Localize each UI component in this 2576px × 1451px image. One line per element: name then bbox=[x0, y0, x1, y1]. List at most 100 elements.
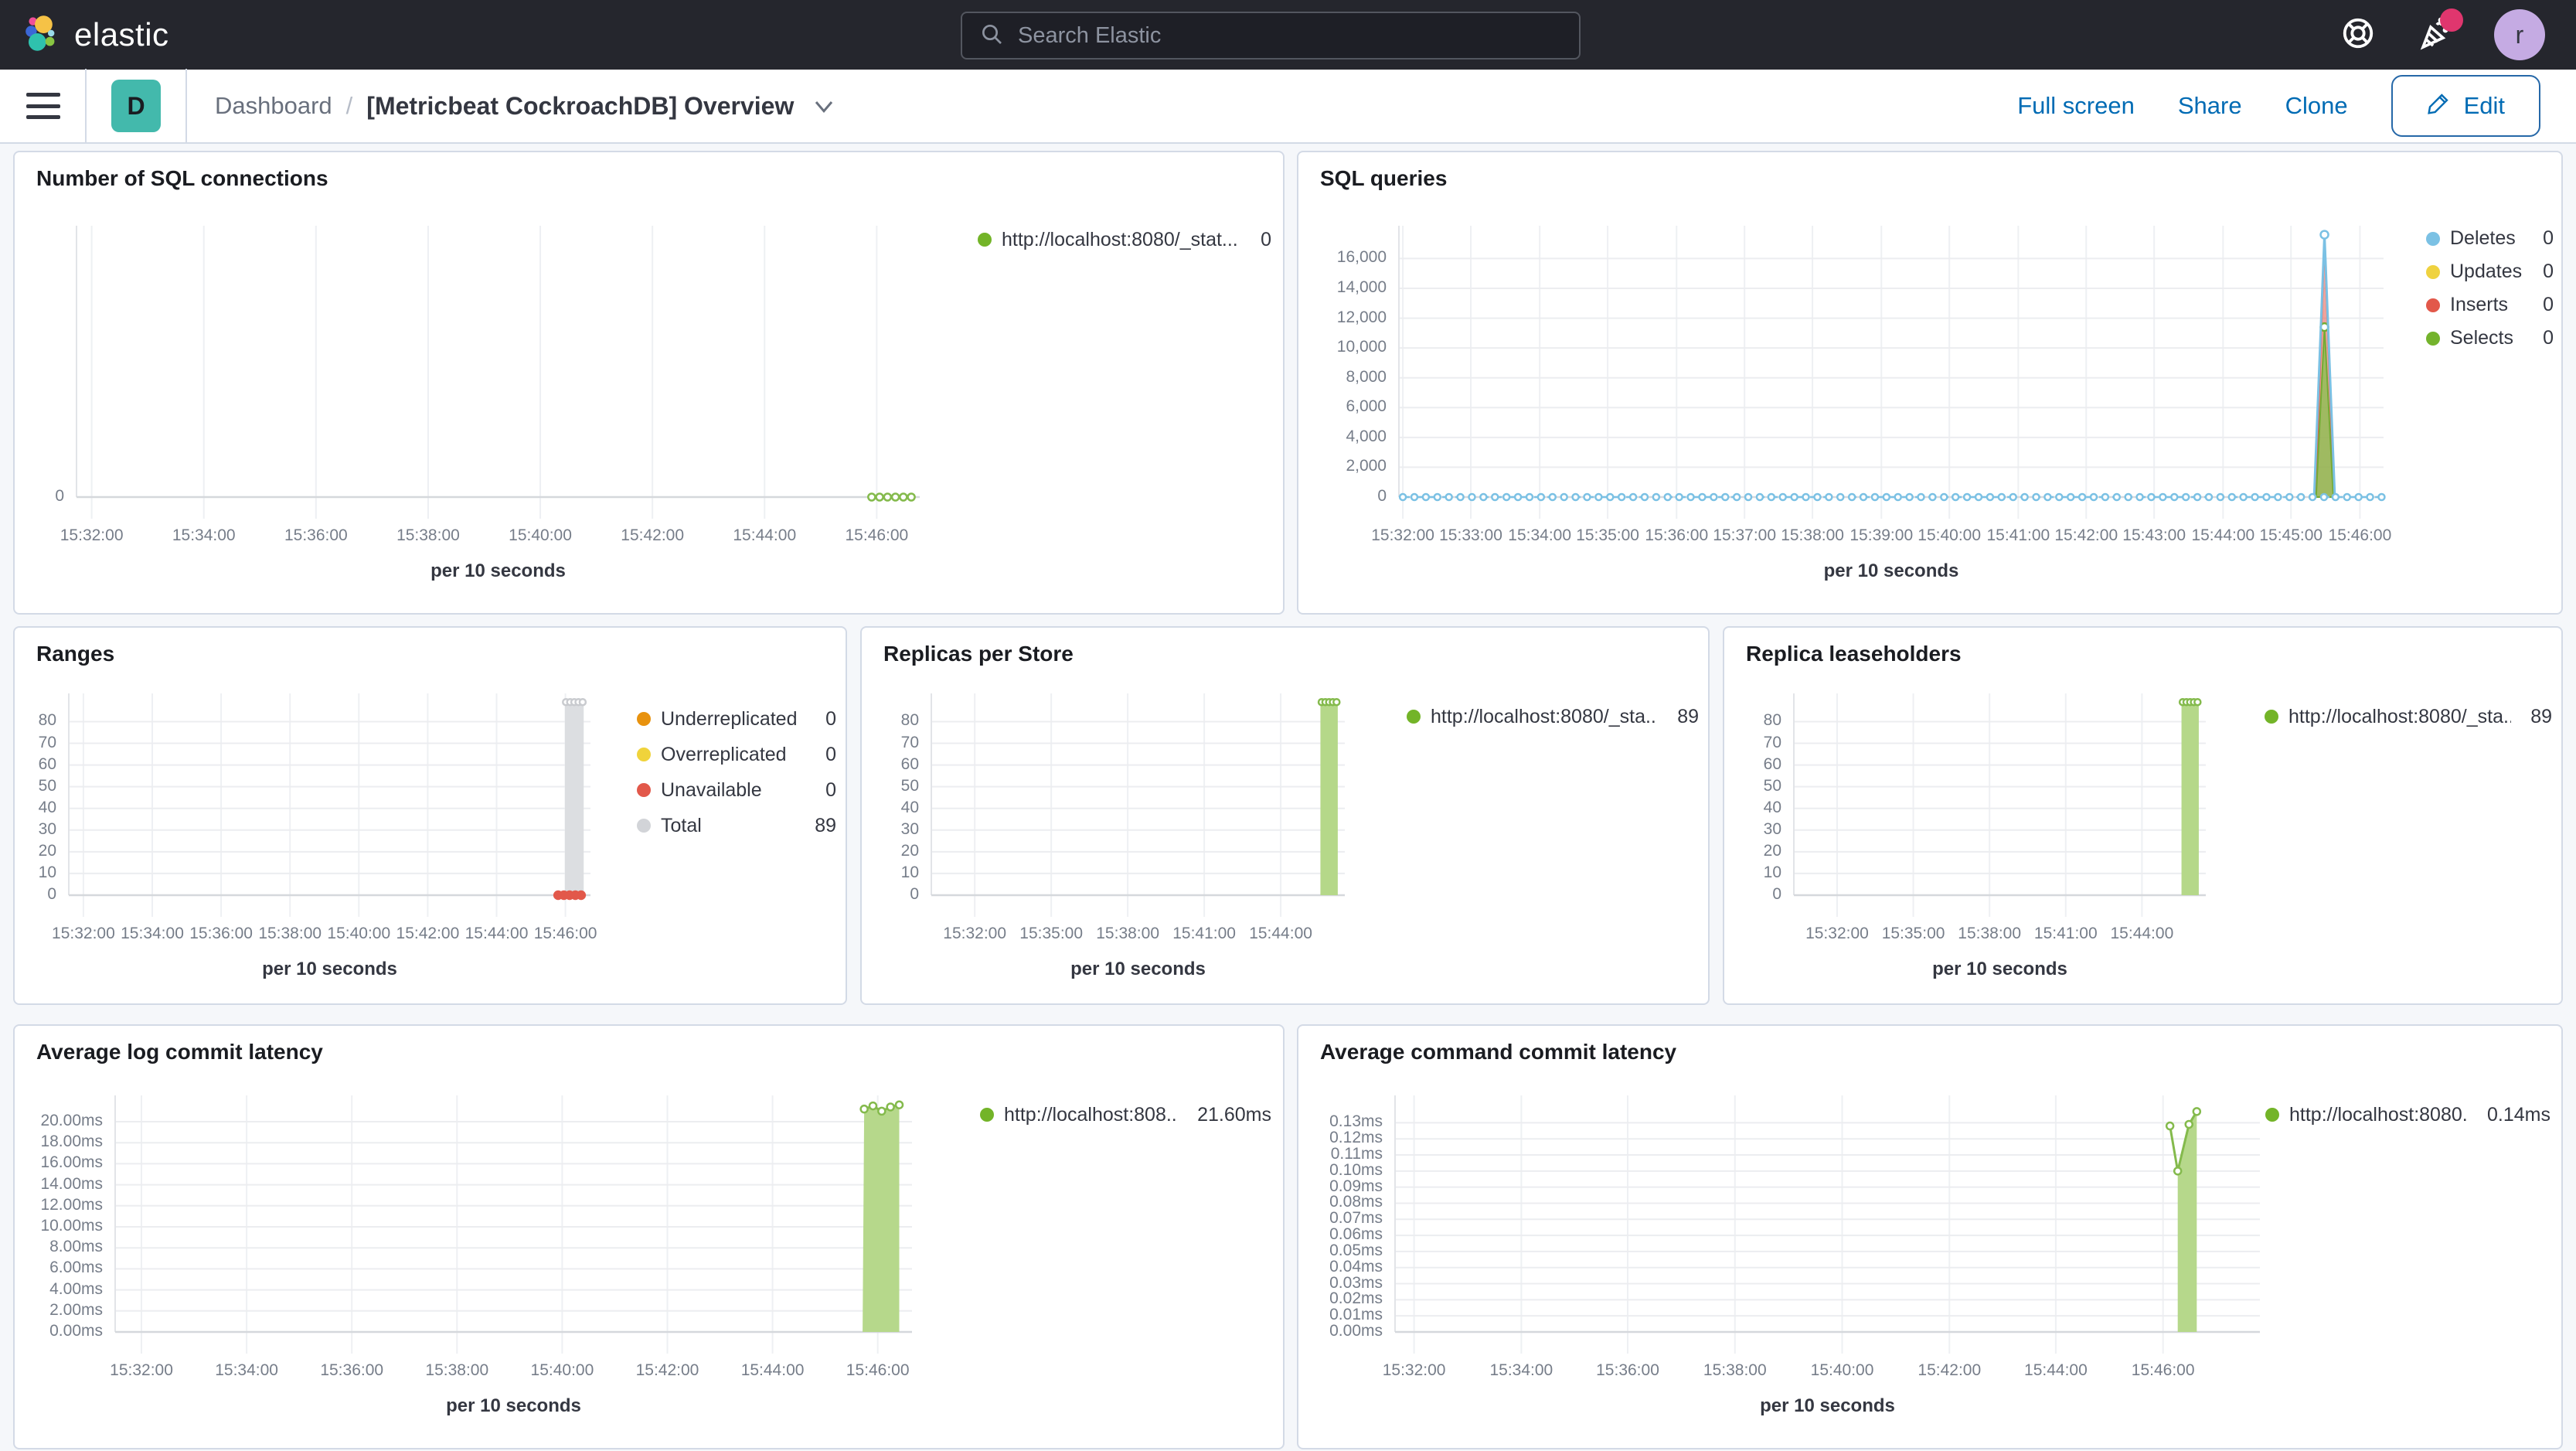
chart-sql-queries[interactable]: 0 2,000 4,000 6,000 8,000 10,000 12,000 14,000 1… bbox=[1298, 152, 2561, 613]
y-axis-tick: 0.05ms bbox=[1329, 1241, 1383, 1259]
legend-value: 0.14ms bbox=[2487, 1103, 2550, 1126]
dashboard-app-badge[interactable]: D bbox=[111, 80, 161, 132]
brand[interactable]: elastic bbox=[0, 13, 169, 57]
legend-item[interactable]: http://localhost:808... 21.60ms bbox=[980, 1098, 1271, 1132]
panel-ranges: Ranges 0 10 20 30 40 50 60 70 80 15:32:00 15:34:00… bbox=[13, 626, 847, 1005]
x-axis-title: per 10 seconds bbox=[446, 1395, 581, 1416]
y-axis-tick: 0.11ms bbox=[1330, 1145, 1383, 1163]
legend-label: Deletes bbox=[2450, 227, 2516, 249]
x-axis-tick: 15:36:00 bbox=[1596, 1361, 1659, 1379]
legend-item[interactable]: Inserts 0 bbox=[2426, 288, 2554, 322]
legend-color-dot bbox=[2426, 298, 2440, 312]
y-axis-tick: 60 bbox=[900, 754, 919, 773]
y-axis-tick: 0.13ms bbox=[1329, 1112, 1383, 1131]
y-axis-tick: 18.00ms bbox=[40, 1133, 103, 1151]
x-axis-tick: 15:44:00 bbox=[740, 1361, 805, 1379]
legend-item[interactable]: Underreplicated 0 bbox=[637, 701, 836, 737]
x-axis-tick: 15:38:00 bbox=[396, 526, 460, 544]
breadcrumb-dashboard-link[interactable]: Dashboard bbox=[215, 92, 332, 120]
legend-color-dot bbox=[1407, 710, 1421, 724]
share-button[interactable]: Share bbox=[2178, 92, 2242, 120]
y-axis-tick: 0.04ms bbox=[1329, 1257, 1383, 1276]
x-axis-tick: 15:40:00 bbox=[530, 1361, 594, 1379]
chart-replica-leaseholders[interactable]: 0 10 20 30 40 50 60 70 80 15:32:00 15:35:00 15:38:0… bbox=[1724, 628, 2561, 1003]
chevron-down-icon[interactable] bbox=[812, 94, 835, 118]
y-axis-tick: 6.00ms bbox=[49, 1259, 103, 1277]
y-axis-tick: 40 bbox=[1763, 798, 1781, 816]
legend-item[interactable]: Total 89 bbox=[637, 808, 836, 843]
legend-color-dot bbox=[978, 233, 992, 247]
panel-average-log-commit-latency: Average log commit latency 0.00ms 2.00ms 4… bbox=[13, 1024, 1285, 1449]
legend-value: 89 bbox=[815, 814, 836, 836]
legend-label: Underreplicated bbox=[661, 707, 798, 730]
x-axis-tick: 15:36:00 bbox=[284, 526, 348, 544]
legend-item[interactable]: http://localhost:8080... 0.14ms bbox=[2265, 1098, 2550, 1132]
chart-ranges[interactable]: 0 10 20 30 40 50 60 70 80 15:32:00 15:34:00 15:36:0… bbox=[15, 628, 846, 1003]
legend-label: Selects bbox=[2450, 327, 2513, 349]
legend-color-dot bbox=[2265, 1108, 2279, 1122]
full-screen-button[interactable]: Full screen bbox=[2017, 92, 2135, 120]
y-axis-tick: 0.02ms bbox=[1329, 1289, 1383, 1308]
x-axis-tick: 15:38:00 bbox=[1703, 1361, 1767, 1379]
search-input[interactable] bbox=[1018, 22, 1543, 49]
y-axis-tick: 10,000 bbox=[1336, 338, 1387, 356]
y-axis-tick: 10 bbox=[38, 863, 56, 881]
user-avatar[interactable]: r bbox=[2494, 9, 2545, 60]
x-axis-tick: 15:46:00 bbox=[845, 526, 909, 544]
legend-item[interactable]: Selects 0 bbox=[2426, 322, 2554, 355]
divider bbox=[85, 69, 87, 143]
legend-item[interactable]: http://localhost:8080/_sta... 89 bbox=[1407, 700, 1699, 734]
chart-replicas-per-store[interactable]: 0 10 20 30 40 50 60 70 80 15:32:00 15:35:00 15:38:0… bbox=[862, 628, 1708, 1003]
legend-label: http://localhost:8080/_sta... bbox=[1431, 705, 1659, 727]
legend-value: 0 bbox=[2543, 294, 2554, 315]
chart-average-log-commit-latency[interactable]: 0.00ms 2.00ms 4.00ms 6.00ms 8.00ms 10.00ms 12.… bbox=[15, 1026, 1283, 1448]
navbar-right: r bbox=[2339, 0, 2576, 70]
legend: Deletes 0 Updates 0 Inserts 0 Selects 0 bbox=[2426, 222, 2554, 355]
y-axis-tick: 10 bbox=[900, 863, 919, 881]
y-axis-tick: 14.00ms bbox=[40, 1174, 103, 1193]
clone-button[interactable]: Clone bbox=[2285, 92, 2348, 120]
y-axis-tick: 70 bbox=[38, 733, 56, 751]
legend-item[interactable]: http://localhost:8080/_stat... 0 bbox=[978, 223, 1271, 257]
x-axis-title: per 10 seconds bbox=[1070, 959, 1206, 979]
y-axis-tick: 8.00ms bbox=[49, 1238, 103, 1256]
y-axis-tick: 40 bbox=[900, 798, 919, 816]
y-axis-tick: 0 bbox=[1377, 487, 1387, 505]
panel-sql-queries: SQL queries 0 2,000 4,000 6,000 8,000 10,000 1… bbox=[1297, 151, 2563, 615]
legend-item[interactable]: http://localhost:8080/_sta... 89 bbox=[2265, 700, 2552, 734]
legend-item[interactable]: Unavailable 0 bbox=[637, 772, 836, 808]
legend-label: Overreplicated bbox=[661, 743, 787, 765]
menu-button[interactable] bbox=[26, 93, 60, 119]
x-axis-title: per 10 seconds bbox=[1932, 959, 2067, 979]
chart-average-command-commit-latency[interactable]: 0.00ms 0.01ms 0.02ms 0.03ms 0.04ms 0.05ms 0.06… bbox=[1298, 1026, 2561, 1448]
legend-color-dot bbox=[2426, 331, 2440, 346]
legend-value: 0 bbox=[2543, 227, 2554, 249]
newsfeed-button[interactable] bbox=[2417, 9, 2463, 53]
x-axis-tick: 15:42:00 bbox=[635, 1361, 699, 1379]
x-axis-tick: 15:44:00 bbox=[2110, 925, 2174, 942]
legend: Underreplicated 0 Overreplicated 0 Unavailab… bbox=[637, 701, 836, 843]
y-axis-tick: 0 bbox=[910, 885, 919, 903]
legend-item[interactable]: Deletes 0 bbox=[2426, 222, 2554, 255]
legend-label: http://localhost:8080... bbox=[2289, 1103, 2469, 1126]
y-axis-tick: 10 bbox=[1763, 863, 1781, 881]
y-axis-tick: 16,000 bbox=[1336, 248, 1387, 267]
y-axis-tick: 70 bbox=[1763, 733, 1781, 751]
global-search[interactable] bbox=[961, 12, 1581, 60]
breadcrumb: Dashboard / [Metricbeat CockroachDB] Ove… bbox=[215, 92, 835, 121]
legend: http://localhost:8080/_sta... 89 bbox=[1407, 700, 1699, 734]
edit-button[interactable]: Edit bbox=[2391, 75, 2540, 137]
legend-value: 21.60ms bbox=[1197, 1103, 1271, 1126]
legend-item[interactable]: Overreplicated 0 bbox=[637, 737, 836, 772]
legend-item[interactable]: Updates 0 bbox=[2426, 255, 2554, 288]
y-axis-tick: 0.07ms bbox=[1329, 1209, 1383, 1228]
legend-value: 0 bbox=[2543, 261, 2554, 282]
y-axis-tick: 0.00ms bbox=[1329, 1322, 1383, 1340]
legend-value: 0 bbox=[2543, 327, 2554, 349]
chart-number-of-sql-connections[interactable]: 0 15:32:00 15:34:00 15:36:00 15:38:00 15:40:0… bbox=[15, 152, 1283, 613]
help-button[interactable] bbox=[2339, 16, 2377, 53]
x-axis-tick: 15:44:00 bbox=[1249, 925, 1312, 942]
x-axis-tick: 15:40:00 bbox=[509, 526, 572, 544]
y-axis-tick: 0.01ms bbox=[1329, 1306, 1383, 1324]
x-axis-tick: 15:44:00 bbox=[733, 526, 797, 544]
